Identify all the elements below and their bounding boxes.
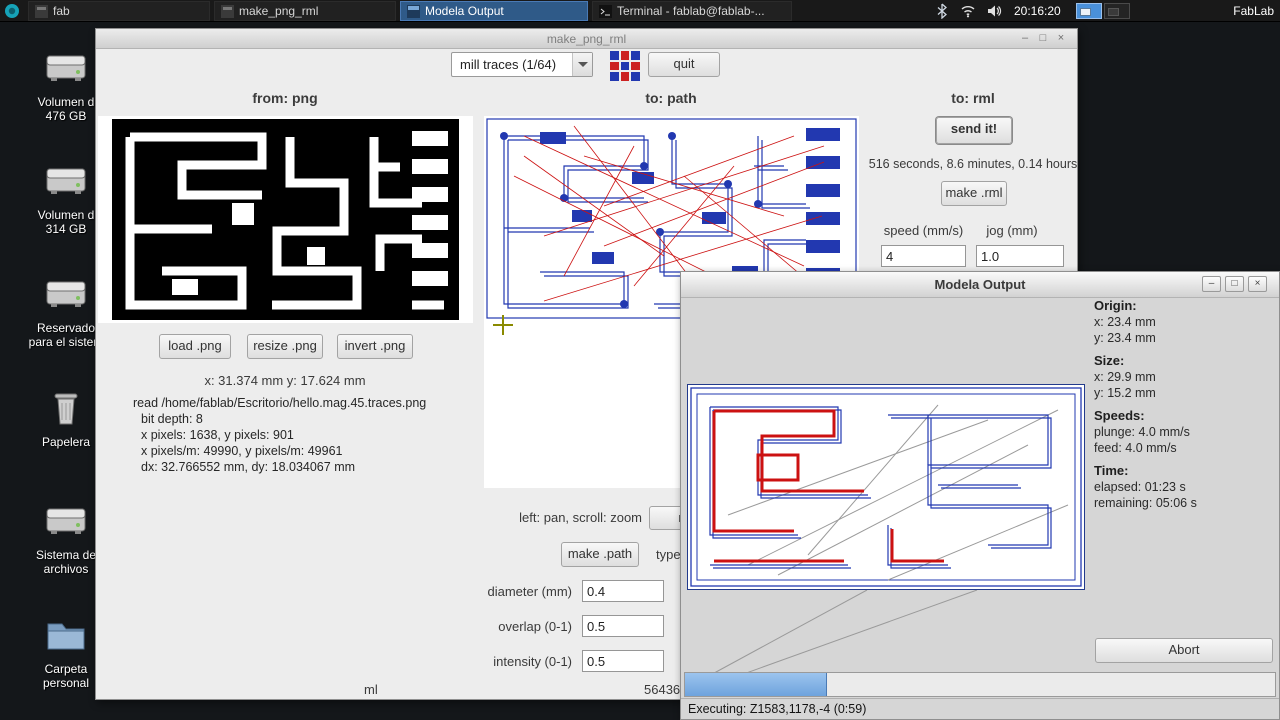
modela-toolpath-image <box>690 387 1082 587</box>
remaining-time: remaining: 05:06 s <box>1094 496 1197 510</box>
origin-marker-icon <box>493 315 513 335</box>
plunge-speed: plunge: 4.0 mm/s <box>1094 425 1190 439</box>
chevron-down-icon <box>572 53 592 76</box>
intensity-input[interactable] <box>582 650 664 672</box>
window-icon <box>35 4 48 18</box>
diameter-input[interactable] <box>582 580 664 602</box>
taskbar-item-modela-output[interactable]: Modela Output <box>400 1 588 21</box>
window-icon <box>221 4 234 18</box>
elapsed-time: elapsed: 01:23 s <box>1094 480 1186 494</box>
feed-speed: feed: 4.0 mm/s <box>1094 441 1177 455</box>
workspace-2-thumbnail[interactable] <box>1104 3 1130 19</box>
volume-icon[interactable] <box>986 3 1002 19</box>
minimize-icon[interactable]: – <box>1017 31 1033 47</box>
bottom-filename-fragment: ml <box>364 682 378 697</box>
size-y: y: 15.2 mm <box>1094 386 1156 400</box>
size-x: x: 29.9 mm <box>1094 370 1156 384</box>
progress-fill <box>685 673 827 696</box>
load-png-button[interactable]: load .png <box>159 334 231 359</box>
bluetooth-icon[interactable] <box>934 3 950 19</box>
desktop: Volumen d 476 GB Volumen d 314 GB Reservad… <box>0 0 1280 720</box>
maximize-icon[interactable]: □ <box>1035 31 1051 47</box>
pan-zoom-hint: left: pan, scroll: zoom <box>519 510 642 525</box>
overlap-label: overlap (0-1) <box>498 619 572 634</box>
drive-icon <box>46 508 86 534</box>
from-png-header: from: png <box>252 90 318 106</box>
make-rml-button[interactable]: make .rml <box>941 181 1007 206</box>
modela-output-window: Modela Output – □ × Origin: x: 23.4 mm y… <box>680 271 1280 720</box>
clock[interactable]: 20:16:20 <box>1014 4 1061 18</box>
jog-input[interactable] <box>976 245 1064 267</box>
taskbar-item-make-png-rml[interactable]: make_png_rml <box>214 1 396 21</box>
maximize-icon[interactable]: □ <box>1225 276 1244 292</box>
process-select-value: mill traces (1/64) <box>460 57 557 72</box>
abort-button[interactable]: Abort <box>1095 638 1273 663</box>
quit-button[interactable]: quit <box>648 52 720 77</box>
process-select[interactable]: mill traces (1/64) <box>451 52 593 77</box>
png-preview-canvas[interactable] <box>98 116 473 323</box>
make-path-button[interactable]: make .path <box>561 542 639 567</box>
invert-png-button[interactable]: invert .png <box>337 334 413 359</box>
size-header: Size: <box>1094 353 1125 368</box>
applications-menu-icon[interactable] <box>4 3 20 19</box>
fab-logo-icon <box>610 51 640 81</box>
close-icon[interactable]: × <box>1248 276 1267 292</box>
wifi-icon[interactable] <box>960 3 976 19</box>
resize-png-button[interactable]: resize .png <box>247 334 323 359</box>
speed-input[interactable] <box>881 245 966 267</box>
minimize-icon[interactable]: – <box>1202 276 1221 292</box>
speed-label: speed (mm/s) <box>883 223 964 238</box>
intensity-label: intensity (0-1) <box>493 654 572 669</box>
origin-x: x: 23.4 mm <box>1094 315 1156 329</box>
origin-header: Origin: <box>1094 298 1137 313</box>
modela-status-text: Executing: Z1583,1178,-4 (0:59) <box>681 698 1279 719</box>
fab-window-title: make_png_rml <box>546 32 627 46</box>
close-icon[interactable]: × <box>1053 31 1069 47</box>
png-info-line: read /home/fablab/Escritorio/hello.mag.4… <box>133 396 427 410</box>
taskbar-item-fab[interactable]: fab <box>28 1 210 21</box>
top-panel: fab make_png_rml Modela Output Terminal … <box>0 0 1280 22</box>
png-traces-image <box>112 119 459 320</box>
time-header: Time: <box>1094 463 1129 478</box>
drive-icon <box>46 168 86 194</box>
fab-window-titlebar[interactable]: make_png_rml – □ × <box>96 29 1077 49</box>
png-info-line: bit depth: 8 <box>141 412 203 426</box>
png-info-line: dx: 32.766552 mm, dy: 18.034067 mm <box>141 460 356 474</box>
window-icon <box>407 4 420 18</box>
jog-label: jog (mm) <box>986 223 1038 238</box>
png-info-line: x pixels: 1638, y pixels: 901 <box>141 428 294 442</box>
modela-titlebar[interactable]: Modela Output – □ × <box>681 272 1279 298</box>
trash-icon <box>54 393 78 425</box>
taskbar-item-terminal[interactable]: Terminal - fablab@fablab-... <box>592 1 792 21</box>
workspace-1-thumbnail[interactable] <box>1076 3 1102 19</box>
origin-y: y: 23.4 mm <box>1094 331 1156 345</box>
send-it-button[interactable]: send it! <box>936 117 1012 144</box>
overlap-input[interactable] <box>582 615 664 637</box>
drive-icon <box>46 281 86 307</box>
png-size-readout: x: 31.374 mm y: 17.624 mm <box>204 373 366 388</box>
png-info-line: x pixels/m: 49990, y pixels/m: 49961 <box>141 444 343 458</box>
job-info-panel: Origin: x: 23.4 mm y: 23.4 mm Size: x: 2… <box>1094 298 1274 518</box>
terminal-icon <box>599 4 612 18</box>
to-path-header: to: path <box>645 90 697 106</box>
speeds-header: Speeds: <box>1094 408 1145 423</box>
modela-title: Modela Output <box>934 277 1026 292</box>
drive-icon <box>46 55 86 81</box>
diameter-label: diameter (mm) <box>487 584 572 599</box>
time-estimate: 516 seconds, 8.6 minutes, 0.14 hours <box>868 157 1078 171</box>
to-rml-header: to: rml <box>951 90 995 106</box>
host-label: FabLab <box>1233 4 1274 18</box>
modela-toolpath-canvas <box>687 384 1085 590</box>
progress-bar <box>684 672 1276 697</box>
folder-icon <box>47 623 85 650</box>
